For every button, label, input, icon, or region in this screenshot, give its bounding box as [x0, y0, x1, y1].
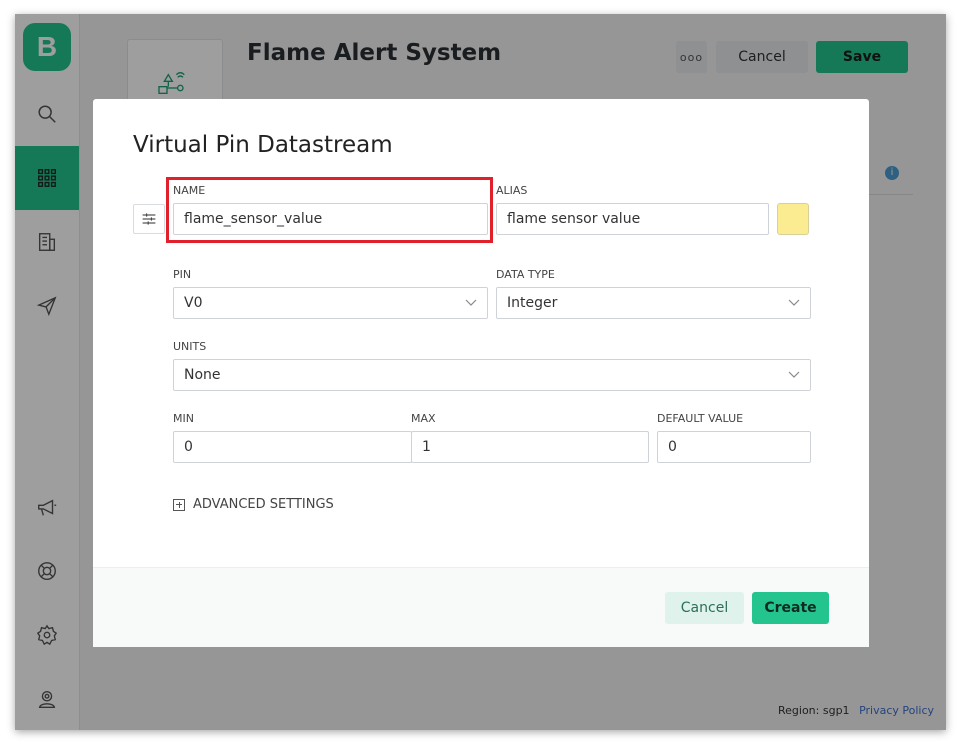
pin-label: PIN	[173, 268, 192, 281]
default-value-label: DEFAULT VALUE	[657, 412, 744, 425]
data-type-label: DATA TYPE	[496, 268, 555, 281]
units-select[interactable]: None	[173, 359, 811, 391]
data-type-value: Integer	[507, 295, 558, 311]
min-label: MIN	[173, 412, 194, 425]
datastream-icon-picker[interactable]	[133, 204, 165, 234]
default-value-field[interactable]	[657, 431, 811, 463]
sliders-icon	[142, 213, 156, 225]
alias-label: ALIAS	[496, 184, 528, 197]
highlight-box	[166, 177, 493, 243]
units-value: None	[184, 367, 221, 383]
pin-select[interactable]: V0	[173, 287, 488, 319]
color-swatch[interactable]	[777, 203, 809, 235]
modal-footer: Cancel Create	[93, 567, 869, 647]
chevron-down-icon	[465, 299, 477, 306]
modal-cancel-button[interactable]: Cancel	[665, 592, 744, 624]
pin-value: V0	[184, 295, 203, 311]
max-field[interactable]	[411, 431, 649, 463]
alias-field[interactable]	[496, 203, 769, 235]
advanced-settings-label: ADVANCED SETTINGS	[193, 497, 334, 512]
min-field[interactable]	[173, 431, 412, 463]
default-value-input[interactable]	[668, 439, 800, 455]
data-type-select[interactable]: Integer	[496, 287, 811, 319]
units-label: UNITS	[173, 340, 207, 353]
create-button[interactable]: Create	[752, 592, 829, 624]
min-input[interactable]	[184, 439, 401, 455]
modal-title: Virtual Pin Datastream	[133, 132, 393, 158]
datastream-modal: Virtual Pin Datastream NAME ALIAS PIN V0…	[93, 99, 869, 647]
chevron-down-icon	[788, 299, 800, 306]
chevron-down-icon	[788, 371, 800, 378]
max-label: MAX	[411, 412, 436, 425]
max-input[interactable]	[422, 439, 638, 455]
alias-input[interactable]	[507, 211, 758, 227]
advanced-settings-toggle[interactable]: ADVANCED SETTINGS	[173, 497, 334, 512]
plus-square-icon	[173, 498, 185, 511]
app-window: B Flame Alert System ooo Cancel Save i R…	[15, 14, 946, 730]
